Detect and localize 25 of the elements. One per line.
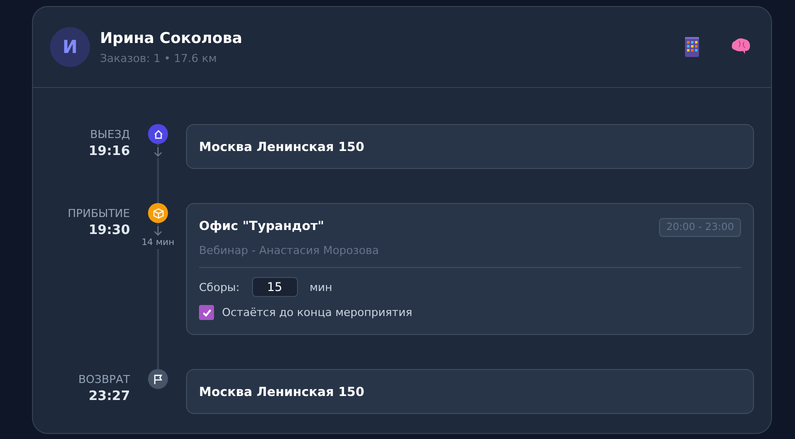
event-subtitle: Вебинар - Анастасия Морозова [199,244,741,268]
stop-label: ВЫЕЗД [90,128,130,141]
brain-icon[interactable] [731,38,751,56]
stay-checkbox[interactable] [199,305,214,320]
stop-address: Офис "Турандот" [199,218,324,233]
stop-address: Москва Ленинская 150 [199,139,364,154]
stop-time: 19:30 [88,223,130,238]
stay-label: Остаётся до конца мероприятия [222,306,412,319]
home-icon [152,128,164,140]
app-grid-icon[interactable] [685,37,699,57]
stop-address: Москва Ленинская 150 [199,384,364,399]
stop-label: ПРИБЫТИЕ [68,207,130,220]
setup-input[interactable]: 15 [252,277,298,297]
checkmark-icon [202,308,212,318]
stop-label: ВОЗВРАТ [78,373,130,386]
driver-meta: Заказов: 1 • 17.6 км [100,52,218,65]
flag-icon [152,374,164,384]
box-icon [152,208,164,218]
avatar: И [50,27,90,67]
setup-unit: мин [310,280,332,294]
setup-label: Сборы: [199,280,240,294]
driver-name: Ирина Соколова [100,29,244,47]
stop-time: 19:16 [88,144,130,159]
travel-time: 14 мин [142,237,174,249]
stop-time: 23:27 [88,389,130,404]
